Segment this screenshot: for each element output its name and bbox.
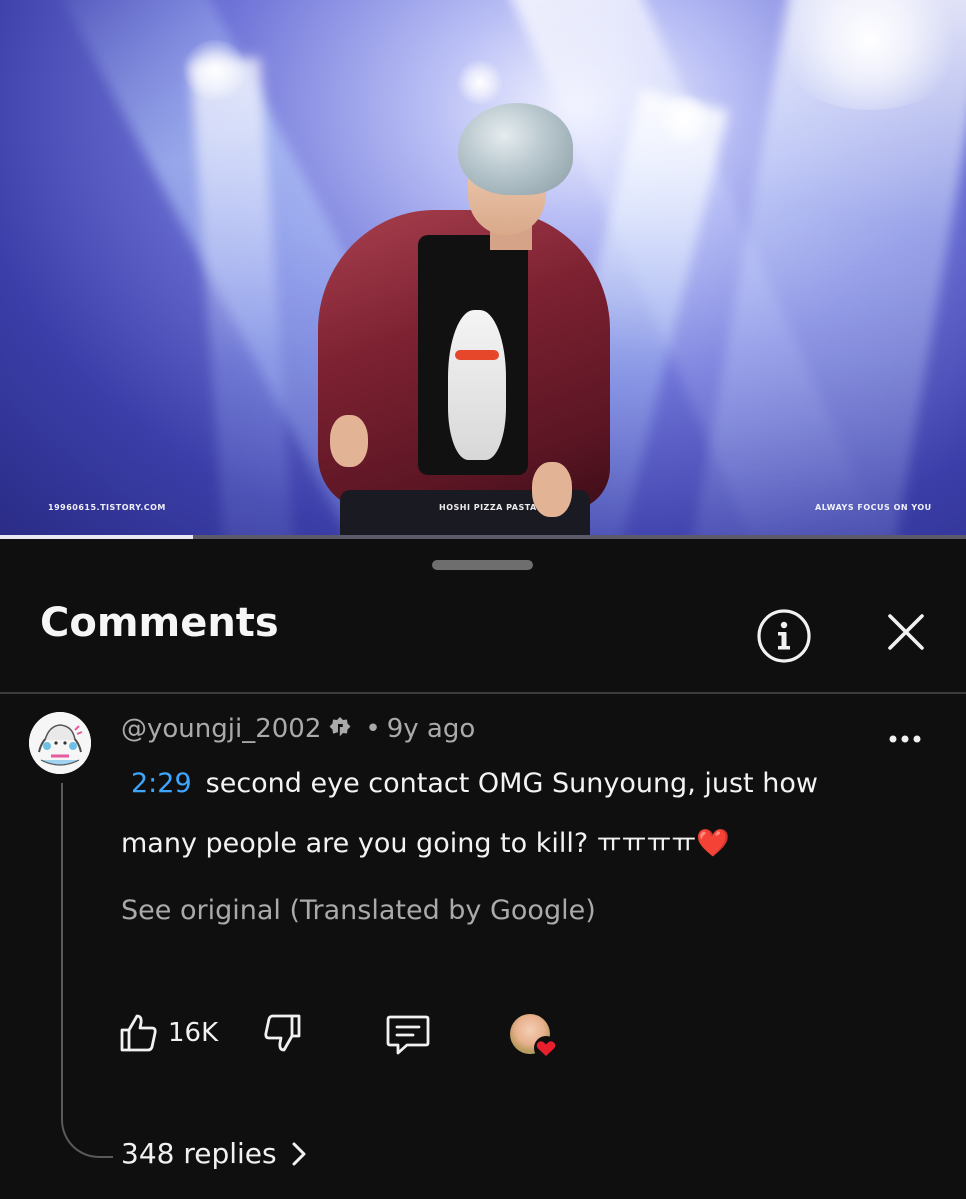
info-button[interactable]	[754, 606, 814, 666]
video-watermark-center: HOSHI PIZZA PASTA	[439, 503, 537, 512]
comments-panel: Comments @youngji_2002 • 9y ago 2:29 sec…	[0, 540, 966, 1199]
view-replies-button[interactable]: 348 replies	[121, 1137, 307, 1170]
close-icon	[888, 614, 924, 650]
stage-spotlight	[655, 95, 715, 145]
video-progress-bar[interactable]	[0, 535, 966, 539]
like-count: 16K	[168, 1018, 219, 1048]
replies-count-label: 348 replies	[121, 1137, 277, 1170]
more-options-icon	[889, 735, 921, 743]
reply-comment-icon	[386, 1015, 430, 1055]
comment-text-line-1: second eye contact OMG Sunyoung, just ho…	[205, 768, 818, 799]
see-original-link[interactable]: See original (Translated by Google)	[121, 895, 596, 926]
thumbs-down-icon	[264, 1014, 301, 1052]
video-progress-fill	[0, 535, 194, 539]
comment-author[interactable]: @youngji_2002	[121, 714, 321, 744]
thumbs-up-icon	[120, 1014, 157, 1052]
video-watermark-left: 19960615.TISTORY.COM	[48, 503, 166, 512]
header-divider	[0, 692, 966, 694]
commenter-avatar[interactable]	[29, 712, 91, 774]
info-icon	[757, 609, 811, 663]
comment-text-line-2: many people are you going to kill? ㅠㅠㅠㅠ❤…	[121, 828, 730, 859]
like-button[interactable]: 16K	[118, 1012, 218, 1054]
performer-figure	[300, 95, 630, 537]
close-button[interactable]	[880, 606, 932, 658]
avatar-illustration-icon	[29, 712, 91, 774]
video-watermark-right: ALWAYS FOCUS ON YOU	[815, 503, 932, 512]
timestamp-link[interactable]: 2:29	[131, 768, 192, 799]
comment-actions: 16K	[118, 1012, 578, 1062]
creator-heart	[510, 1014, 558, 1060]
panel-title: Comments	[40, 600, 279, 646]
video-player[interactable]: 19960615.TISTORY.COM HOSHI PIZZA PASTA A…	[0, 0, 966, 537]
dislike-button[interactable]	[261, 1012, 303, 1054]
comment-meta: @youngji_2002 • 9y ago	[121, 714, 475, 744]
reply-button[interactable]	[385, 1012, 431, 1056]
heart-icon	[534, 1036, 558, 1060]
chevron-right-icon	[292, 1142, 306, 1165]
meta-separator: •	[365, 714, 381, 744]
drag-handle[interactable]	[432, 560, 533, 570]
comment-age: 9y ago	[386, 714, 476, 744]
stage-spotlight	[180, 40, 250, 100]
music-note-badge-icon	[327, 716, 353, 742]
comment-body: 2:29 second eye contact OMG Sunyoung, jus…	[121, 754, 881, 874]
reply-thread-line	[61, 783, 113, 1158]
comment-more-button[interactable]	[884, 726, 926, 752]
